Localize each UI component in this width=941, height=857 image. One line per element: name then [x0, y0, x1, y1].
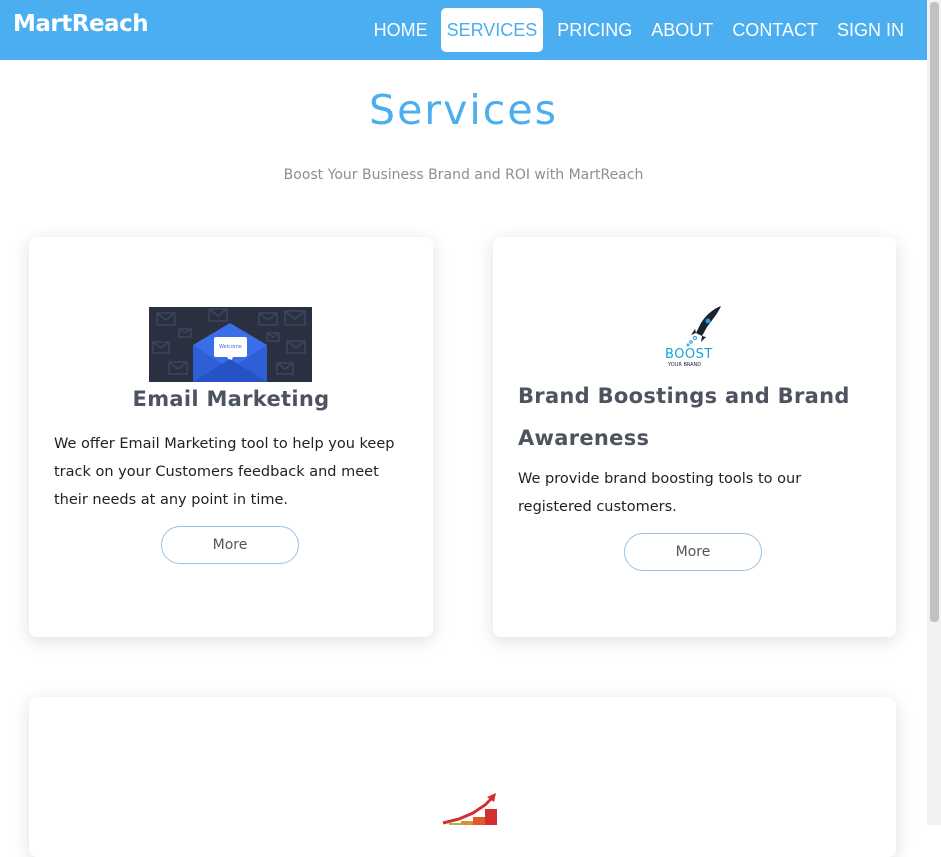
boost-logo-text: BOOST	[665, 347, 713, 362]
service-card-brand-boosting: BOOST YOUR BRAND Brand Boostings and Bra…	[493, 237, 896, 637]
nav-services[interactable]: SERVICES	[440, 8, 544, 52]
nav-sign-in[interactable]: SIGN IN	[828, 8, 913, 52]
more-button-brand-boosting[interactable]: More	[624, 533, 762, 571]
card-title-brand-boosting: Brand Boostings and Brand Awareness	[518, 384, 850, 450]
growth-chart-image	[429, 793, 499, 825]
growth-chart-icon	[442, 793, 497, 825]
nav-about[interactable]: ABOUT	[642, 8, 722, 52]
boost-logo-subtext: YOUR BRAND	[668, 362, 702, 368]
nav-links: HOME SERVICES PRICING ABOUT CONTACT SIGN…	[364, 8, 927, 52]
nav-home[interactable]: HOME	[365, 8, 437, 52]
page-title: Services	[369, 86, 558, 134]
page-subtitle: Boost Your Business Brand and ROI with M…	[283, 167, 644, 183]
card-description-email-marketing: We offer Email Marketing tool to help yo…	[54, 436, 395, 508]
brand-logo[interactable]: MartReach	[13, 11, 149, 37]
service-card-growth	[29, 697, 896, 857]
card-title-email-marketing: Email Marketing	[132, 387, 330, 411]
boost-brand-logo: BOOST YOUR BRAND	[661, 305, 721, 369]
card-description-brand-boosting: We provide brand boosting tools to our r…	[518, 471, 802, 515]
nav-pricing[interactable]: PRICING	[548, 8, 641, 52]
email-image-welcome-label: Welcome	[219, 344, 242, 350]
scrollbar-thumb[interactable]	[930, 2, 939, 622]
scrollbar[interactable]	[927, 0, 941, 825]
nav-contact[interactable]: CONTACT	[723, 8, 827, 52]
service-card-email-marketing: Welcome Email Marketing We offer Email M…	[29, 237, 433, 637]
navbar: MartReach HOME SERVICES PRICING ABOUT CO…	[0, 0, 927, 60]
email-marketing-image: Welcome	[149, 307, 312, 382]
more-button-email-marketing[interactable]: More	[161, 526, 299, 564]
